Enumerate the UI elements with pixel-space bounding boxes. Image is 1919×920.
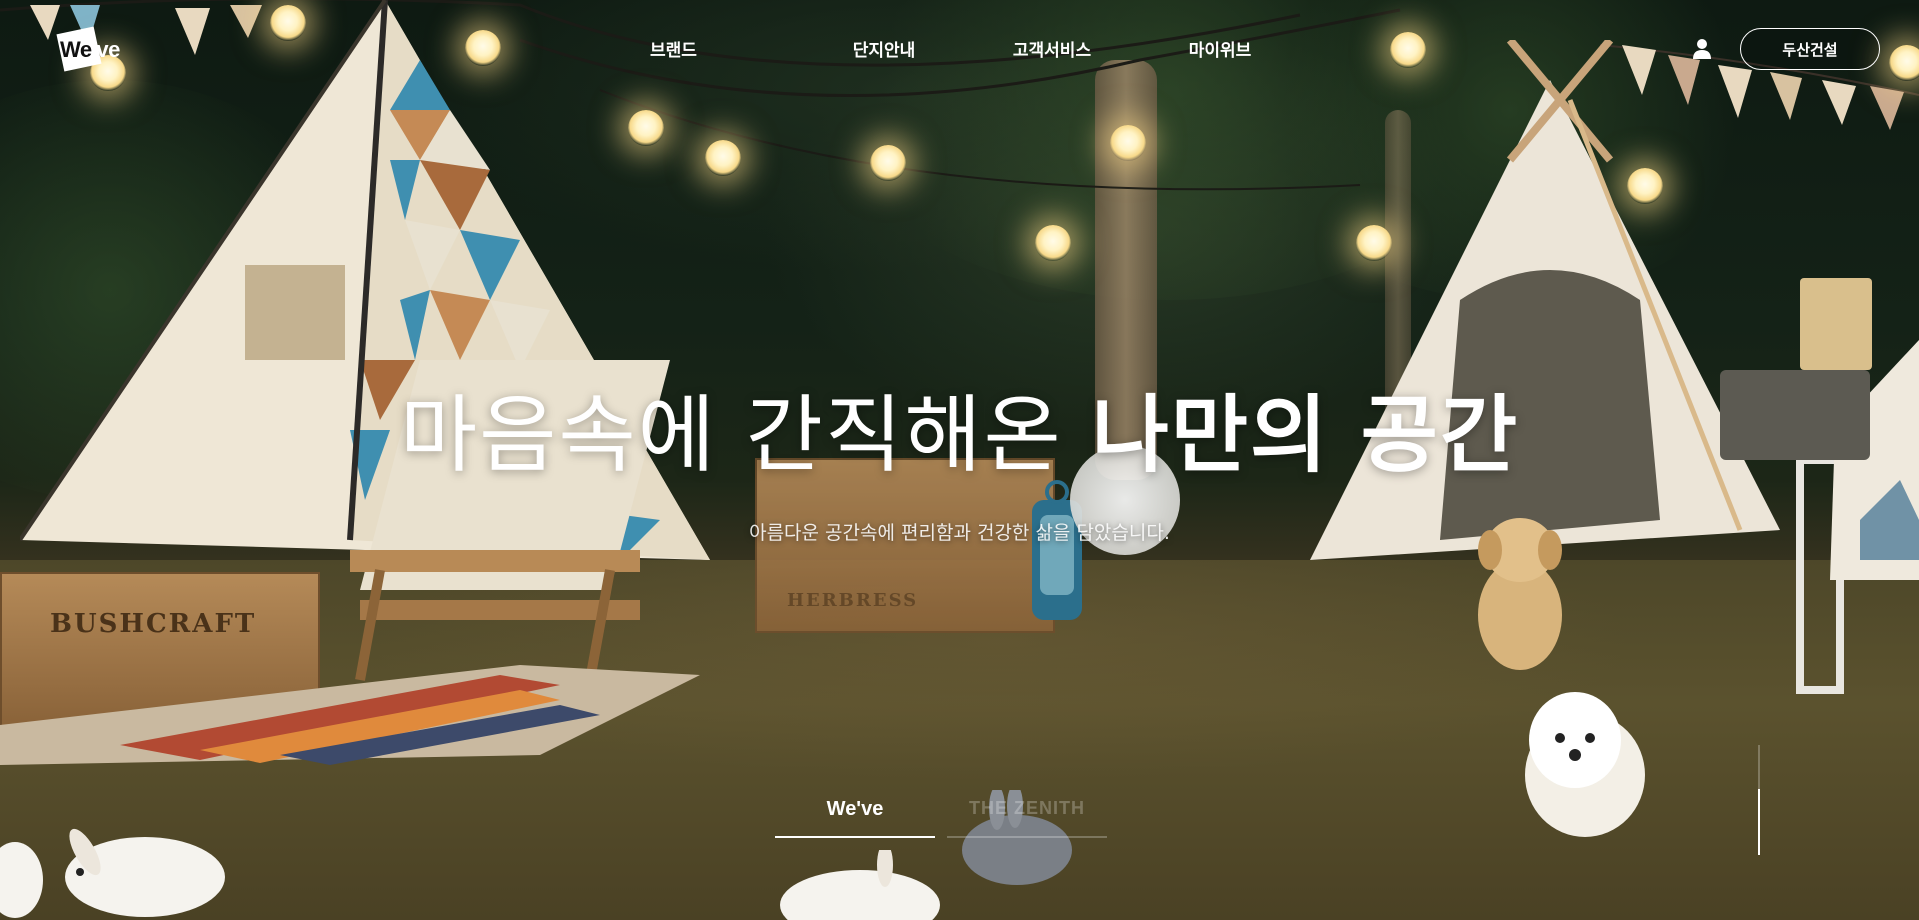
headline-light: 마음속에 간직해온 [399, 386, 1092, 484]
headline-bold: 나만의 공간 [1091, 386, 1520, 484]
doosan-construction-button[interactable]: 두산건설 [1740, 28, 1880, 70]
light-bulb [1110, 125, 1146, 161]
crate-label: HERBRESS [787, 590, 919, 611]
main-nav: 브랜드 단지안내 고객서비스 마이위브 [650, 36, 1304, 61]
scroll-indicator[interactable] [1758, 745, 1760, 855]
wooden-box [1800, 278, 1872, 370]
tab-indicator-inactive [947, 836, 1107, 838]
crate-label: BUSHCRAFT [50, 609, 257, 639]
user-icon[interactable] [1692, 38, 1712, 60]
white-puppy [1525, 692, 1645, 837]
tab-the-zenith[interactable]: THE ZENITH [947, 798, 1107, 819]
site-header: We've 브랜드 단지안내 고객서비스 마이위브 두산건설 [0, 0, 1919, 100]
logo-text-light: 've [91, 37, 121, 62]
white-bunny [0, 842, 43, 918]
nav-item-brand[interactable]: 브랜드 [650, 36, 702, 61]
brand-tabs: We've THE ZENITH [775, 798, 1155, 838]
tab-indicator-active [775, 836, 935, 838]
white-bunny [780, 850, 940, 920]
nav-item-complex-info[interactable]: 단지안내 [800, 36, 968, 61]
tab-weve[interactable]: We've [775, 798, 935, 821]
white-bunny [65, 828, 225, 917]
striped-rug [0, 665, 700, 765]
hero-headline: 마음속에 간직해온 나만의 공간 [0, 385, 1919, 485]
light-bulb [870, 145, 906, 181]
hero-subtitle: 아름다운 공간속에 편리함과 건강한 삶을 담았습니다. [749, 522, 1170, 544]
logo-text: We've [60, 37, 120, 63]
right-teepee-tent [1310, 40, 1780, 560]
weve-logo[interactable]: We've [56, 26, 132, 72]
nav-item-customer-service[interactable]: 고객서비스 [968, 36, 1136, 61]
logo-text-dark: We [60, 37, 92, 62]
light-bulb [1035, 225, 1071, 261]
nav-item-my-weve[interactable]: 마이위브 [1136, 36, 1304, 61]
